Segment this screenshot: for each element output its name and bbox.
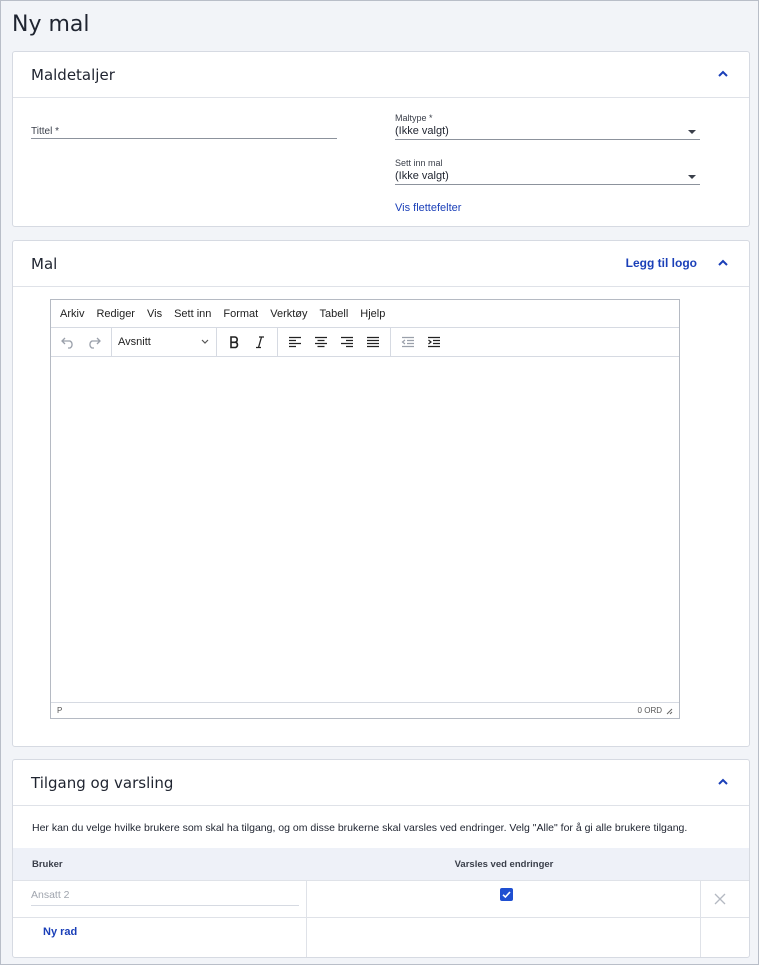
editor-toolbar: Avsnitt	[51, 328, 679, 357]
chevron-down-icon[interactable]	[688, 130, 696, 134]
empty-cell	[701, 918, 749, 957]
table-row: Ny rad	[13, 917, 749, 957]
block-format-group: Avsnitt	[112, 328, 217, 356]
new-row-cell: Ny rad	[13, 918, 307, 957]
new-row-button[interactable]: Ny rad	[43, 926, 77, 938]
user-cell: Ansatt 2	[13, 881, 307, 917]
details-card: Maldetaljer Tittel * Maltype * (Ikke val…	[12, 51, 750, 227]
notify-cell	[307, 881, 701, 917]
chevron-up-icon[interactable]	[717, 69, 729, 79]
align-right-icon[interactable]	[334, 331, 360, 353]
tittel-input[interactable]	[31, 138, 337, 139]
menu-sett-inn[interactable]: Sett inn	[168, 308, 217, 320]
mal-header[interactable]: Mal Legg til logo	[13, 241, 749, 287]
menu-rediger[interactable]: Rediger	[90, 308, 141, 320]
sett-inn-mal-label: Sett inn mal	[395, 158, 443, 168]
table-header: Bruker Varsles ved endringer	[13, 848, 749, 880]
outdent-icon[interactable]	[395, 331, 421, 353]
access-header[interactable]: Tilgang og varsling	[13, 760, 749, 806]
rich-text-editor: Arkiv Rediger Vis Sett inn Format Verktø…	[50, 299, 680, 719]
tittel-label: Tittel *	[31, 126, 59, 137]
word-count[interactable]: 0 ORD	[638, 706, 662, 715]
redo-icon[interactable]	[81, 331, 107, 353]
chevron-down-icon[interactable]	[688, 175, 696, 179]
details-title: Maldetaljer	[31, 65, 115, 84]
menu-tabell[interactable]: Tabell	[314, 308, 355, 320]
empty-cell	[307, 918, 701, 957]
access-title: Tilgang og varsling	[31, 773, 174, 792]
menu-hjelp[interactable]: Hjelp	[354, 308, 391, 320]
mal-card: Mal Legg til logo Arkiv Rediger Vis Sett…	[12, 240, 750, 747]
chevron-up-icon[interactable]	[717, 777, 729, 787]
editor-statusbar: P 0 ORD	[51, 702, 679, 718]
maltype-label: Maltype *	[395, 113, 433, 123]
user-input[interactable]: Ansatt 2	[31, 889, 70, 901]
bold-icon[interactable]	[221, 331, 247, 353]
editor-menubar: Arkiv Rediger Vis Sett inn Format Verktø…	[51, 300, 679, 328]
indent-icon[interactable]	[421, 331, 447, 353]
editor-content-area[interactable]	[51, 357, 679, 702]
details-header[interactable]: Maldetaljer	[13, 52, 749, 98]
checkmark-icon	[502, 891, 511, 899]
mal-title: Mal	[31, 254, 58, 273]
sett-inn-mal-select-value[interactable]: (Ikke valgt)	[395, 170, 449, 182]
block-format-select[interactable]: Avsnitt	[112, 336, 216, 348]
align-center-icon[interactable]	[308, 331, 334, 353]
page-title: Ny mal	[12, 12, 90, 37]
col-header-notify: Varsles ved endringer	[454, 858, 554, 870]
access-card: Tilgang og varsling Her kan du velge hvi…	[12, 759, 750, 958]
remove-cell	[701, 881, 749, 917]
menu-format[interactable]: Format	[217, 308, 264, 320]
menu-vis[interactable]: Vis	[141, 308, 168, 320]
block-format-value: Avsnitt	[118, 336, 151, 348]
col-header-user: Bruker	[32, 858, 63, 870]
user-input-underline	[31, 905, 299, 906]
indent-group	[391, 328, 451, 356]
history-group	[51, 328, 112, 356]
access-table: Bruker Varsles ved endringer Ansatt 2 Ny…	[13, 848, 749, 957]
chevron-down-icon	[201, 339, 209, 344]
align-left-icon[interactable]	[282, 331, 308, 353]
element-path[interactable]: P	[57, 706, 62, 715]
undo-icon[interactable]	[55, 331, 81, 353]
italic-icon[interactable]	[247, 331, 273, 353]
alignment-group	[278, 328, 391, 356]
chevron-up-icon[interactable]	[717, 258, 729, 268]
sett-inn-mal-select[interactable]	[395, 184, 700, 185]
menu-verktoy[interactable]: Verktøy	[264, 308, 313, 320]
maltype-select[interactable]	[395, 139, 700, 140]
align-justify-icon[interactable]	[360, 331, 386, 353]
access-description: Her kan du velge hvilke brukere som skal…	[32, 822, 688, 834]
menu-arkiv[interactable]: Arkiv	[54, 308, 90, 320]
word-count-wrap: 0 ORD	[638, 706, 673, 715]
maltype-select-value[interactable]: (Ikke valgt)	[395, 125, 449, 137]
notify-checkbox[interactable]	[500, 888, 513, 901]
close-icon[interactable]	[714, 893, 726, 905]
vis-flettefelter-link[interactable]: Vis flettefelter	[395, 202, 461, 214]
resize-handle-icon[interactable]	[665, 707, 673, 715]
text-style-group	[217, 328, 278, 356]
add-logo-link[interactable]: Legg til logo	[626, 256, 697, 270]
table-row: Ansatt 2	[13, 880, 749, 917]
